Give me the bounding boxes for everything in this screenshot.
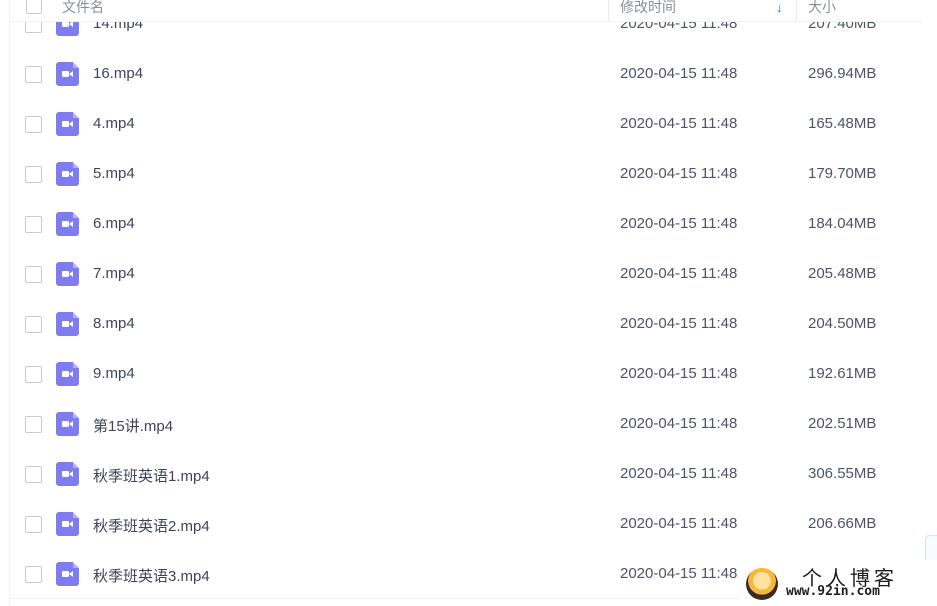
file-name[interactable]: 16.mp4 [93, 65, 143, 82]
file-name[interactable]: 秋季班英语2.mp4 [93, 515, 210, 536]
column-header-size[interactable]: 大小 [808, 0, 836, 17]
select-all-checkbox[interactable] [26, 0, 42, 14]
file-size: 306.55MB [808, 465, 877, 482]
file-size: 192.61MB [808, 365, 877, 382]
watermark-url: www.92in.com [786, 584, 880, 599]
file-size: 184.04MB [808, 215, 877, 232]
file-name[interactable]: 5.mp4 [93, 165, 135, 182]
file-modified-time: 2020-04-15 11:48 [620, 265, 738, 282]
file-row[interactable]: 16.mp4 2020-04-15 11:48 296.94MB [10, 49, 922, 99]
video-file-icon [56, 462, 79, 486]
file-name[interactable]: 秋季班英语1.mp4 [93, 465, 210, 486]
file-row[interactable]: 5.mp4 2020-04-15 11:48 179.70MB [10, 149, 922, 199]
row-checkbox[interactable] [25, 566, 42, 583]
file-size: 179.70MB [808, 165, 877, 182]
file-modified-time: 2020-04-15 11:48 [620, 315, 738, 332]
row-checkbox[interactable] [25, 316, 42, 333]
file-row[interactable]: 秋季班英语2.mp4 2020-04-15 11:48 206.66MB [10, 499, 922, 549]
column-header-modified-time[interactable]: 修改时间 [620, 0, 676, 17]
file-name[interactable]: 6.mp4 [93, 215, 135, 232]
row-checkbox[interactable] [25, 266, 42, 283]
row-checkbox[interactable] [25, 466, 42, 483]
file-row[interactable]: 7.mp4 2020-04-15 11:48 205.48MB [10, 249, 922, 299]
file-name[interactable]: 7.mp4 [93, 265, 135, 282]
row-checkbox[interactable] [25, 516, 42, 533]
column-divider[interactable] [796, 0, 797, 21]
file-modified-time: 2020-04-15 11:48 [620, 465, 738, 482]
file-name[interactable]: 8.mp4 [93, 315, 135, 332]
file-modified-time: 2020-04-15 11:48 [620, 65, 738, 82]
row-checkbox[interactable] [25, 66, 42, 83]
video-file-icon [56, 212, 79, 236]
column-divider[interactable] [608, 0, 609, 21]
file-row[interactable]: 9.mp4 2020-04-15 11:48 192.61MB [10, 349, 922, 399]
file-modified-time: 2020-04-15 11:48 [620, 165, 738, 182]
video-file-icon [56, 312, 79, 336]
video-file-icon [56, 362, 79, 386]
file-name[interactable]: 9.mp4 [93, 365, 135, 382]
file-size: 204.50MB [808, 315, 877, 332]
file-row[interactable]: 8.mp4 2020-04-15 11:48 204.50MB [10, 299, 922, 349]
file-name[interactable]: 第15讲.mp4 [93, 415, 173, 436]
file-name[interactable]: 秋季班英语3.mp4 [93, 565, 210, 586]
video-file-icon [56, 262, 79, 286]
row-checkbox[interactable] [25, 116, 42, 133]
video-file-icon [56, 412, 79, 436]
video-file-icon [56, 62, 79, 86]
file-modified-time: 2020-04-15 11:48 [620, 565, 738, 582]
column-header-name[interactable]: 文件名 [62, 0, 104, 17]
video-file-icon [56, 512, 79, 536]
watermark: 个人博客 www.92in.com [740, 560, 937, 606]
file-modified-time: 2020-04-15 11:48 [620, 215, 738, 232]
video-file-icon [56, 562, 79, 586]
file-modified-time: 2020-04-15 11:48 [620, 415, 738, 432]
file-modified-time: 2020-04-15 11:48 [620, 115, 738, 132]
scrollbar-track[interactable] [922, 0, 937, 606]
row-checkbox[interactable] [25, 416, 42, 433]
file-size: 296.94MB [808, 65, 877, 82]
file-row[interactable]: 6.mp4 2020-04-15 11:48 184.04MB [10, 199, 922, 249]
video-file-icon [56, 112, 79, 136]
watermark-avatar-icon [746, 568, 778, 600]
file-size: 202.51MB [808, 415, 877, 432]
row-checkbox[interactable] [25, 216, 42, 233]
row-checkbox[interactable] [25, 366, 42, 383]
row-checkbox[interactable] [25, 166, 42, 183]
file-row[interactable]: 秋季班英语1.mp4 2020-04-15 11:48 306.55MB [10, 449, 922, 499]
file-size: 206.66MB [808, 515, 877, 532]
file-size: 205.48MB [808, 265, 877, 282]
file-size: 165.48MB [808, 115, 877, 132]
file-name[interactable]: 4.mp4 [93, 115, 135, 132]
file-modified-time: 2020-04-15 11:48 [620, 365, 738, 382]
file-modified-time: 2020-04-15 11:48 [620, 515, 738, 532]
file-row[interactable]: 4.mp4 2020-04-15 11:48 165.48MB [10, 99, 922, 149]
sort-down-arrow-icon[interactable]: ↓ [776, 1, 788, 15]
file-row[interactable]: 第15讲.mp4 2020-04-15 11:48 202.51MB [10, 399, 922, 449]
video-file-icon [56, 162, 79, 186]
file-list-header: 文件名 修改时间 ↓ 大小 [10, 0, 922, 22]
